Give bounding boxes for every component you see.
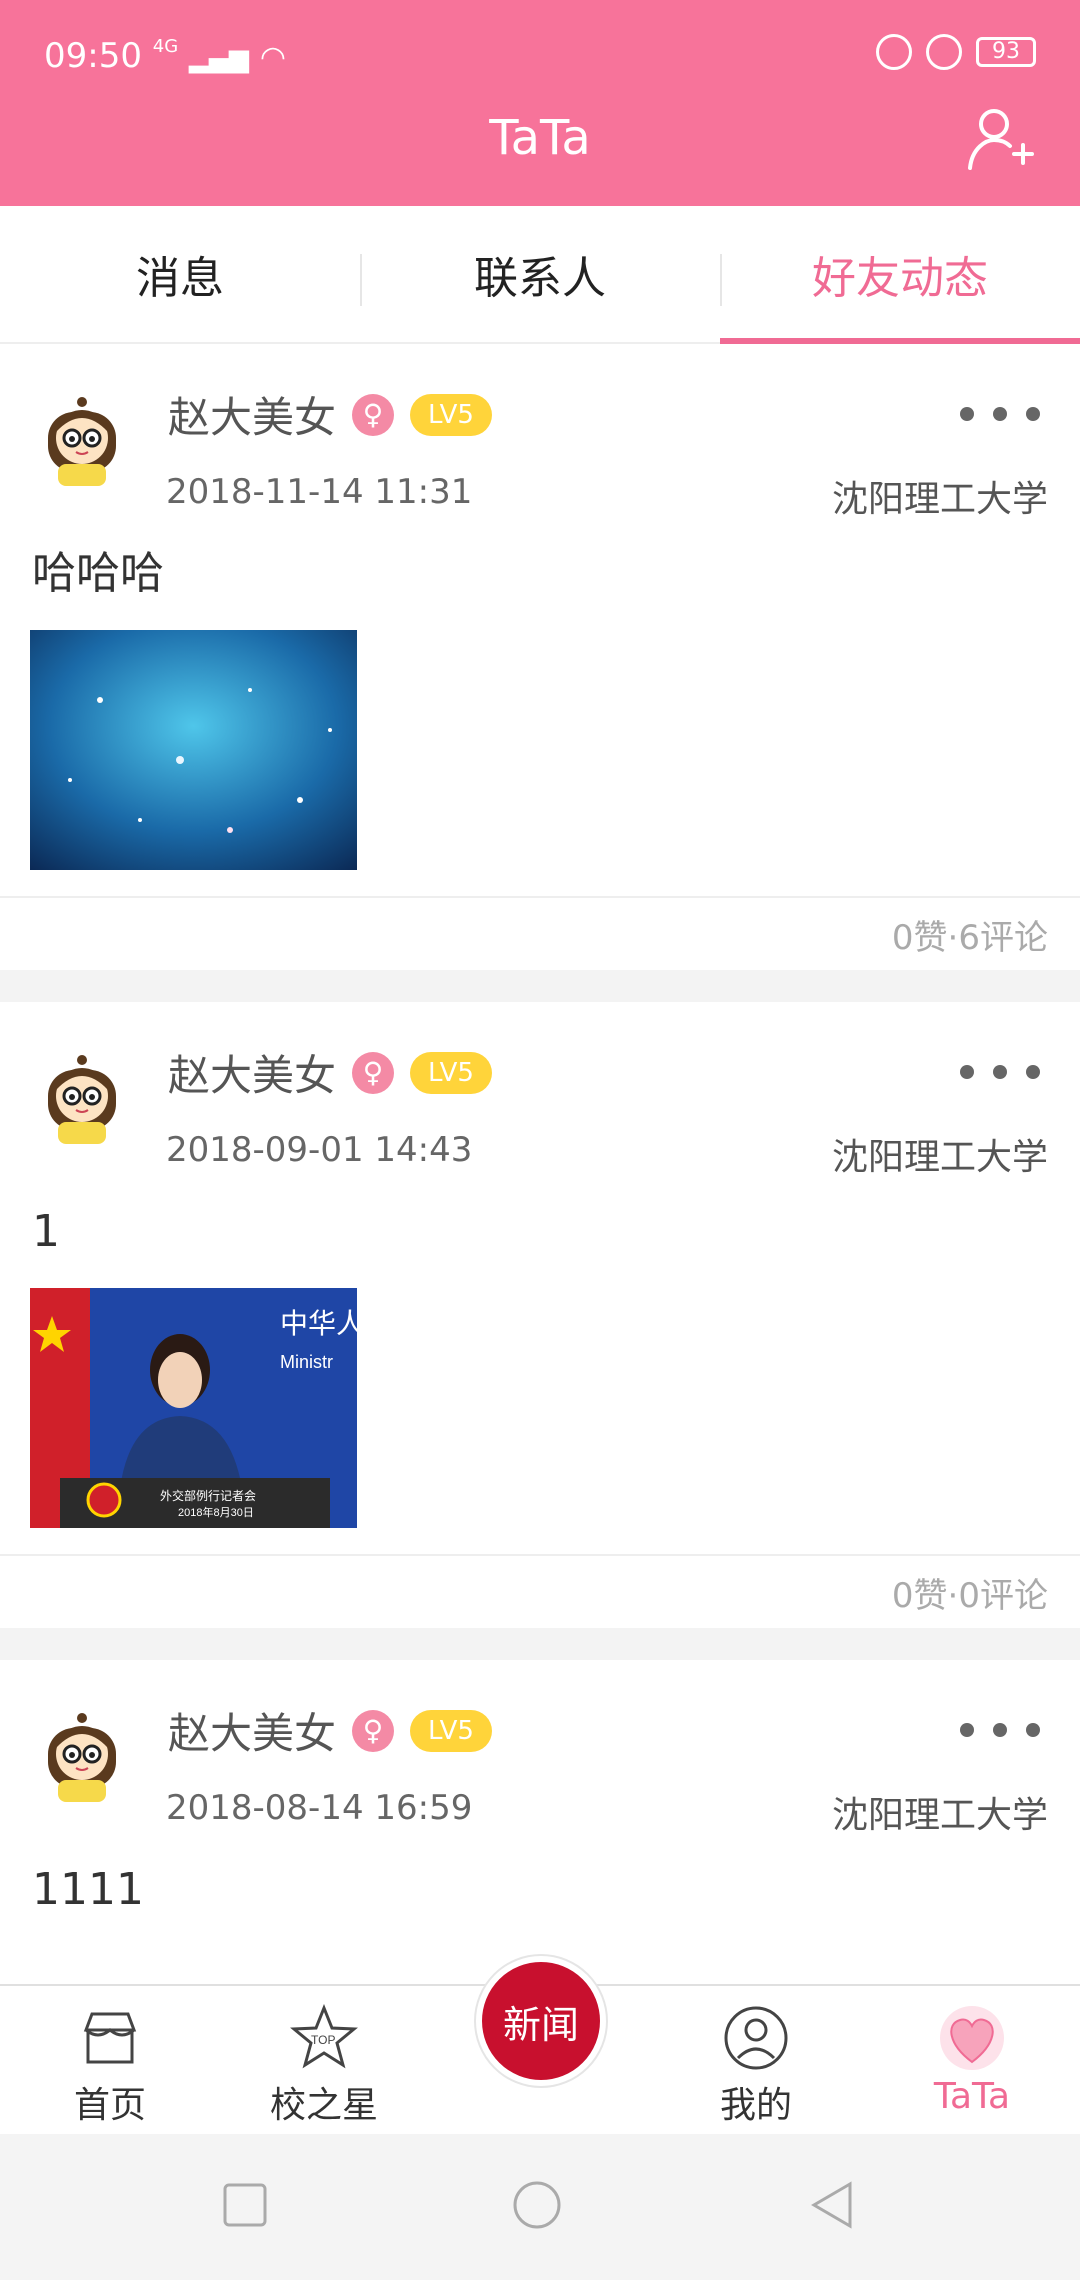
avatar[interactable] [34,1708,130,1804]
back-icon[interactable] [806,2180,856,2230]
press-caption: 外交部例行记者会 [160,1488,256,1503]
press-sign-text: 中华人 [280,1308,357,1339]
app-header: 09:50 4G ▂▄▆ ◠ 93 TaTa [0,0,1080,206]
nav-home[interactable]: 首页 [30,2004,190,2128]
author-name[interactable]: 赵大美女 [168,1700,336,1761]
feed-post: 赵大美女 ♀ LV5 2018-09-01 14:43 沈阳理工大学 1 中华人… [0,1002,1080,1628]
nav-campus-star-label: 校之星 [269,2085,378,2126]
nav-tata[interactable]: TaTa [892,2004,1052,2117]
status-time: 09:50 4G ▂▄▆ ◠ [44,36,287,76]
feed-post: 赵大美女 ♀ LV5 2018-11-14 11:31 沈阳理工大学 哈哈哈 0… [0,344,1080,970]
alarm-icon [926,34,962,70]
post-time: 2018-11-14 11:31 [166,472,473,512]
tab-contacts[interactable]: 联系人 [360,206,720,342]
page-title: TaTa [489,110,591,166]
female-icon: ♀ [352,393,395,436]
post-time: 2018-08-14 16:59 [166,1788,473,1828]
level-badge: LV5 [410,1051,492,1094]
status-icons: 93 [876,34,1036,70]
lock-rotation-icon [876,34,912,70]
top-badge-text: TOP [311,2033,335,2047]
network-type: 4G [152,36,179,57]
post-time: 2018-09-01 14:43 [166,1130,473,1170]
tab-friend-feed[interactable]: 好友动态 [720,206,1080,344]
feed-post: 赵大美女 ♀ LV5 2018-08-14 16:59 沈阳理工大学 1111 [0,1660,1080,1946]
level-badge: LV5 [410,393,492,436]
more-options-icon[interactable] [960,1720,1040,1740]
more-options-icon[interactable] [960,404,1040,424]
author-name[interactable]: 赵大美女 [168,384,336,445]
level-badge: LV5 [410,1709,492,1752]
nav-mine[interactable]: 我的 [676,2004,836,2128]
top-star-icon: TOP [290,2004,358,2069]
nav-tata-label: TaTa [933,2076,1011,2117]
post-school: 沈阳理工大学 [831,1137,1048,1178]
female-icon: ♀ [352,1709,395,1752]
female-icon: ♀ [352,1051,395,1094]
store-icon [83,2012,137,2064]
avatar[interactable] [34,392,130,488]
press-sign-text: Ministr [280,1352,333,1372]
avatar[interactable] [34,1050,130,1146]
post-text: 1111 [32,1864,144,1915]
author-name[interactable]: 赵大美女 [168,1042,336,1103]
news-button[interactable]: 新闻 [476,1956,606,2086]
more-options-icon[interactable] [960,1062,1040,1082]
post-photo-galaxy[interactable] [30,630,357,870]
post-text: 哈哈哈 [32,548,164,599]
nav-campus-star[interactable]: TOP 校之星 [244,2004,404,2128]
post-stats[interactable]: 0赞·0评论 [0,1554,1080,1628]
bottom-nav: 首页 TOP 校之星 新闻 我的 TaTa [0,1956,1080,2134]
tab-bar: 消息 联系人 好友动态 [0,206,1080,344]
post-text: 1 [32,1206,60,1257]
post-photo-press-conference[interactable]: 中华人 Ministr 外交部例行记者会 2018年8月30日 [30,1288,357,1528]
tab-messages[interactable]: 消息 [0,206,360,342]
recents-icon[interactable] [220,2180,270,2230]
home-circle-icon[interactable] [512,2180,562,2230]
user-circle-icon [724,2006,788,2070]
post-school: 沈阳理工大学 [831,479,1048,520]
add-friend-icon[interactable] [964,104,1034,174]
nav-mine-label: 我的 [719,2085,792,2126]
heart-hands-icon [940,2006,1004,2070]
battery-icon: 93 [976,37,1036,67]
wifi-icon: ◠ [259,40,287,75]
system-nav-bar [0,2134,1080,2280]
nav-home-label: 首页 [73,2085,146,2126]
post-stats[interactable]: 0赞·6评论 [0,896,1080,970]
signal-icon: ▂▄▆ [189,44,250,74]
friend-feed: 赵大美女 ♀ LV5 2018-11-14 11:31 沈阳理工大学 哈哈哈 0… [0,344,1080,1946]
feed-divider [0,1628,1080,1660]
feed-divider [0,970,1080,1002]
news-button-label: 新闻 [502,2002,579,2047]
post-school: 沈阳理工大学 [831,1795,1048,1836]
press-caption: 2018年8月30日 [178,1505,254,1519]
